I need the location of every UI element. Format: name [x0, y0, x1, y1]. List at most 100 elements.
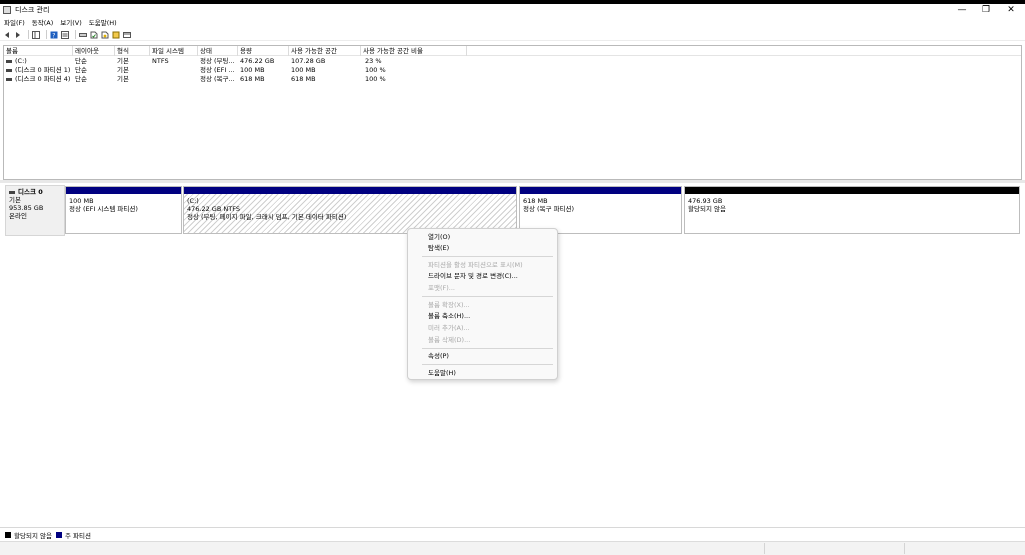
- menu-item-shrink-volume[interactable]: 볼륨 축소(H)...: [428, 311, 470, 321]
- free-space-cell: 618 MB: [291, 75, 316, 83]
- partition-details: 618 MB 정상 (복구 파티션): [520, 194, 681, 216]
- partition-type-stripe: [66, 187, 181, 194]
- volume-name: (디스크 0 파티션 1): [15, 66, 71, 74]
- menu-separator: [422, 348, 553, 349]
- menu-action[interactable]: 동작(A): [32, 17, 53, 27]
- new-icon[interactable]: [112, 31, 120, 39]
- disk-name: 디스크 0: [18, 188, 43, 196]
- column-header-free-percent[interactable]: 사용 가능한 공간 비율: [361, 46, 467, 56]
- partition-label: (C:): [187, 197, 199, 205]
- layout-cell: 단순: [75, 66, 87, 74]
- toolbar: ?: [0, 29, 1025, 41]
- partition-status: 정상 (부팅, 페이지 파일, 크래시 덤프, 기본 데이터 파티션): [187, 213, 347, 221]
- connect-drive-icon[interactable]: [79, 31, 87, 39]
- legend-swatch-primary: [55, 531, 62, 538]
- column-header-volume[interactable]: 볼륨: [4, 46, 73, 56]
- free-space-cell: 100 MB: [291, 66, 316, 74]
- volume-name: (C:): [15, 57, 27, 65]
- volume-name-cell: (디스크 0 파티션 4): [4, 75, 70, 84]
- partition-c-drive[interactable]: (C:) 476.22 GB NTFS 정상 (부팅, 페이지 파일, 크래시 …: [183, 186, 517, 234]
- file-system-cell: [150, 75, 152, 84]
- settings-icon[interactable]: [123, 31, 131, 39]
- table-row[interactable]: (C:) 단순 기본 NTFS 정상 (부팅... 476.22 GB 107.…: [4, 57, 1021, 66]
- menu-item-change-drive-letter[interactable]: 드라이브 문자 및 경로 변경(C)...: [428, 271, 518, 281]
- disk-size: 953.85 GB: [9, 204, 44, 212]
- column-header-capacity[interactable]: 용량: [238, 46, 289, 56]
- partition-type-stripe: [184, 187, 516, 194]
- minimize-button[interactable]: —: [949, 4, 975, 16]
- type-cell: 기본: [117, 57, 129, 65]
- column-header-file-system[interactable]: 파일 시스템: [150, 46, 198, 56]
- back-arrow-icon[interactable]: [3, 31, 11, 39]
- context-menu: 열기(O) 탐색(E) 파티션을 활성 파티션으로 표시(M) 드라이브 문자 …: [407, 228, 558, 380]
- partition-type-stripe: [685, 187, 1019, 194]
- free-percent-cell: 23 %: [365, 57, 382, 65]
- column-header-layout[interactable]: 레이아웃: [73, 46, 115, 56]
- table-row[interactable]: (디스크 0 파티션 1) 단순 기본 정상 (EFI ... 100 MB 1…: [4, 66, 1021, 75]
- partition-size: 100 MB: [69, 197, 94, 205]
- volume-icon: [6, 77, 12, 81]
- help-icon[interactable]: ?: [50, 31, 58, 39]
- menu-separator: [422, 364, 553, 365]
- volume-icon: [6, 59, 12, 63]
- column-header-type[interactable]: 형식: [115, 46, 150, 56]
- console-tree-icon[interactable]: [32, 30, 40, 39]
- svg-text:?: ?: [52, 32, 55, 39]
- table-row[interactable]: (디스크 0 파티션 4) 단순 기본 정상 (복구... 618 MB 618…: [4, 75, 1021, 84]
- list-view-icon[interactable]: [61, 30, 69, 39]
- menu-bar: 파일(F) 동작(A) 보기(V) 도움말(H): [0, 16, 1025, 28]
- properties-icon[interactable]: [101, 31, 109, 39]
- volume-name: (디스크 0 파티션 4): [15, 75, 71, 83]
- menu-separator: [422, 296, 553, 297]
- partition-status: 정상 (복구 파티션): [523, 205, 575, 213]
- layout-cell: 단순: [75, 75, 87, 83]
- disk-type: 기본: [9, 196, 21, 204]
- legend-bar: 할당되지 않음 주 파티션: [0, 527, 1025, 541]
- maximize-button[interactable]: ❐: [973, 4, 999, 16]
- status-cell: 정상 (복구...: [200, 75, 235, 83]
- window-title: 디스크 관리: [15, 6, 50, 14]
- menu-item-help[interactable]: 도움말(H): [428, 368, 456, 378]
- capacity-cell: 476.22 GB: [240, 57, 275, 65]
- partition-status: 정상 (EFI 시스템 파티션): [69, 205, 138, 213]
- menu-item-open[interactable]: 열기(O): [428, 232, 450, 242]
- partition-type-stripe: [520, 187, 681, 194]
- legend-swatch-unallocated: [5, 531, 11, 538]
- menu-item-extend-volume: 볼륨 확장(X)...: [428, 301, 470, 309]
- partition-status: 할당되지 않음: [688, 205, 726, 213]
- forward-arrow-icon[interactable]: [14, 31, 22, 39]
- menu-item-properties[interactable]: 속성(P): [428, 351, 449, 361]
- disk-status: 온라인: [9, 212, 27, 220]
- status-bar: [0, 541, 1025, 555]
- disk-icon: [9, 190, 15, 194]
- menu-file[interactable]: 파일(F): [4, 17, 25, 27]
- partition-recovery[interactable]: 618 MB 정상 (복구 파티션): [519, 186, 682, 234]
- capacity-cell: 618 MB: [240, 75, 265, 83]
- free-space-cell: 107.28 GB: [291, 57, 326, 65]
- column-header-free-space[interactable]: 사용 가능한 공간: [289, 46, 361, 56]
- legend-label-unallocated: 할당되지 않음: [14, 531, 52, 540]
- type-cell: 기본: [117, 75, 129, 83]
- status-bar-divider: [904, 543, 905, 554]
- disk-0-info[interactable]: 디스크 0 기본 953.85 GB 온라인: [5, 185, 65, 236]
- disk-management-app-icon: [3, 6, 11, 14]
- close-button[interactable]: ✕: [998, 4, 1024, 16]
- file-system-cell: NTFS: [152, 57, 169, 65]
- status-bar-divider: [764, 543, 765, 554]
- menu-item-mark-active: 파티션을 활성 파티션으로 표시(M): [428, 261, 523, 269]
- column-header-status[interactable]: 상태: [198, 46, 238, 56]
- volume-name-cell: (디스크 0 파티션 1): [4, 66, 70, 75]
- menu-item-add-mirror: 미러 추가(A)...: [428, 324, 470, 332]
- rescan-icon[interactable]: [90, 31, 98, 39]
- partition-unallocated[interactable]: 476.93 GB 할당되지 않음: [684, 186, 1020, 234]
- legend-label-primary: 주 파티션: [64, 531, 91, 540]
- partition-efi[interactable]: 100 MB 정상 (EFI 시스템 파티션): [65, 186, 182, 234]
- status-cell: 정상 (부팅...: [200, 57, 235, 65]
- menu-help[interactable]: 도움말(H): [89, 17, 117, 27]
- menu-item-explore[interactable]: 탐색(E): [428, 243, 449, 253]
- volume-name-cell: (C:): [4, 57, 27, 66]
- status-cell: 정상 (EFI ...: [200, 66, 235, 74]
- free-percent-cell: 100 %: [365, 75, 386, 83]
- capacity-cell: 100 MB: [240, 66, 265, 74]
- menu-view[interactable]: 보기(V): [60, 17, 81, 27]
